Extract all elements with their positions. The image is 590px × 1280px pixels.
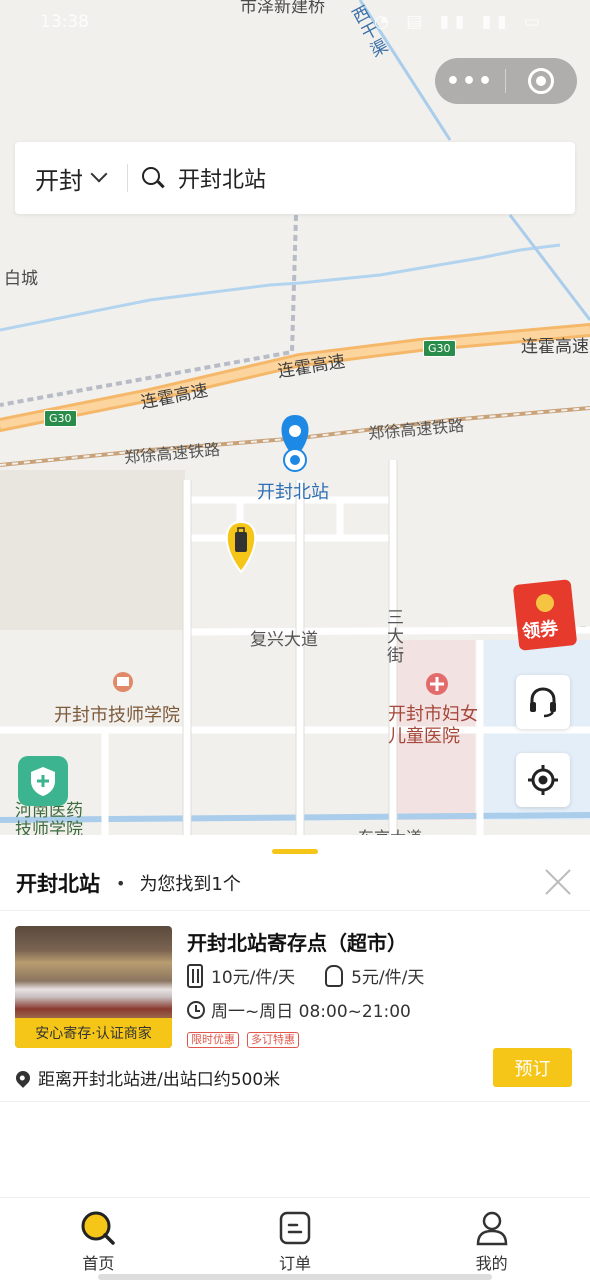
promo-tag: 多订特惠: [247, 1032, 299, 1048]
map-label-sanda: 三大街: [383, 608, 403, 665]
sheet-bullet: •: [116, 873, 126, 893]
backpack-icon: [325, 964, 344, 987]
certified-badge: 安心寄存·认证商家: [15, 1018, 172, 1048]
status-bar: 13:38 ◔ ▤ ▮▮ ▮▮ ▭: [0, 0, 590, 44]
map-label-fuxing: 复兴大道: [250, 630, 318, 650]
chevron-down-icon: [90, 165, 108, 183]
g30-shield-b: G30: [423, 340, 456, 357]
price-large: 10元/件/天: [211, 968, 296, 988]
more-button[interactable]: •••: [435, 69, 505, 94]
home-indicator: [98, 1274, 492, 1280]
sheet-drag-handle[interactable]: [272, 849, 318, 854]
map-label-school[interactable]: 开封市技师学院: [54, 701, 180, 727]
coupon-label: 领券: [521, 618, 560, 643]
results-sheet: 开封北站 • 为您找到1个 安心寄存·认证商家 开封北站寄存点（超市） 10元/…: [0, 835, 590, 1197]
promo-tags: 限时优惠 多订特惠: [187, 1032, 307, 1048]
target-circle-icon: [528, 68, 554, 94]
sheet-title: 开封北站: [16, 872, 100, 896]
tab-bar: 首页 订单 我的: [0, 1197, 590, 1280]
customer-service-button[interactable]: [516, 675, 570, 729]
sheet-header: 开封北站 • 为您找到1个: [16, 867, 576, 899]
search-input[interactable]: [178, 165, 538, 191]
user-icon: [474, 1210, 510, 1246]
map-label-baicheng: 白城: [4, 269, 38, 289]
tab-orders[interactable]: 订单: [197, 1198, 394, 1280]
map-view[interactable]: 市泽新建桥 西干渠 白城 连霍高速 连霍高速 连霍高速 G30 G30 郑徐高速…: [0, 0, 590, 835]
search-icon: [142, 167, 165, 189]
tab-orders-label: 订单: [279, 1254, 312, 1273]
location-pin-icon: [13, 1067, 33, 1088]
price-small: 5元/件/天: [351, 968, 425, 988]
tab-home-label: 首页: [82, 1254, 115, 1273]
opening-hours: 周一~周日 08:00~21:00: [187, 997, 411, 1022]
map-label-dongjing: 东京大道: [358, 824, 422, 835]
map-label-hospital[interactable]: 开封市妇女儿童医院: [388, 704, 488, 748]
g30-shield-a: G30: [44, 410, 77, 427]
store-card[interactable]: 安心寄存·认证商家 开封北站寄存点（超市） 10元/件/天 5元/件/天 周一~…: [0, 911, 590, 1101]
tab-home[interactable]: 首页: [0, 1198, 197, 1280]
map-label-station[interactable]: 开封北站: [257, 478, 329, 504]
crosshair-icon: [528, 765, 558, 795]
headset-icon: [530, 687, 556, 718]
price-row: 10元/件/天 5元/件/天: [187, 963, 424, 988]
miniprogram-capsule: •••: [435, 58, 577, 104]
store-photo: 安心寄存·认证商家: [15, 926, 172, 1048]
coupon-button[interactable]: 领券: [512, 579, 578, 651]
book-button[interactable]: 预订: [493, 1048, 572, 1087]
search-bar: 开封: [15, 142, 575, 214]
promo-tag: 限时优惠: [187, 1032, 239, 1048]
tab-mine-label: 我的: [475, 1254, 508, 1273]
locate-me-button[interactable]: [516, 753, 570, 807]
distance-row: 距离开封北站进/出站口约500米: [13, 1065, 281, 1090]
close-button[interactable]: [506, 68, 576, 94]
shield-plus-icon[interactable]: [18, 756, 68, 806]
tab-mine[interactable]: 我的: [393, 1198, 590, 1280]
order-icon: [277, 1210, 313, 1246]
result-count: 为您找到1个: [139, 874, 241, 895]
city-selector[interactable]: 开封: [15, 161, 108, 196]
status-indicators: ◔ ▤ ▮▮ ▮▮ ▭: [374, 12, 546, 32]
map-label-highway-3: 连霍高速: [521, 337, 589, 357]
suitcase-icon: [187, 963, 203, 988]
clock-icon: [187, 1000, 205, 1019]
status-time: 13:38: [40, 12, 89, 32]
distance-text: 距离开封北站进/出站口约500米: [38, 1070, 281, 1090]
search-icon: [80, 1210, 116, 1246]
store-name: 开封北站寄存点（超市）: [187, 931, 407, 955]
city-label: 开封: [35, 166, 83, 195]
close-icon[interactable]: [544, 867, 572, 895]
hours-text: 周一~周日 08:00~21:00: [211, 1002, 411, 1022]
map-label-henan-school[interactable]: 河南医药技师学院: [15, 802, 97, 836]
